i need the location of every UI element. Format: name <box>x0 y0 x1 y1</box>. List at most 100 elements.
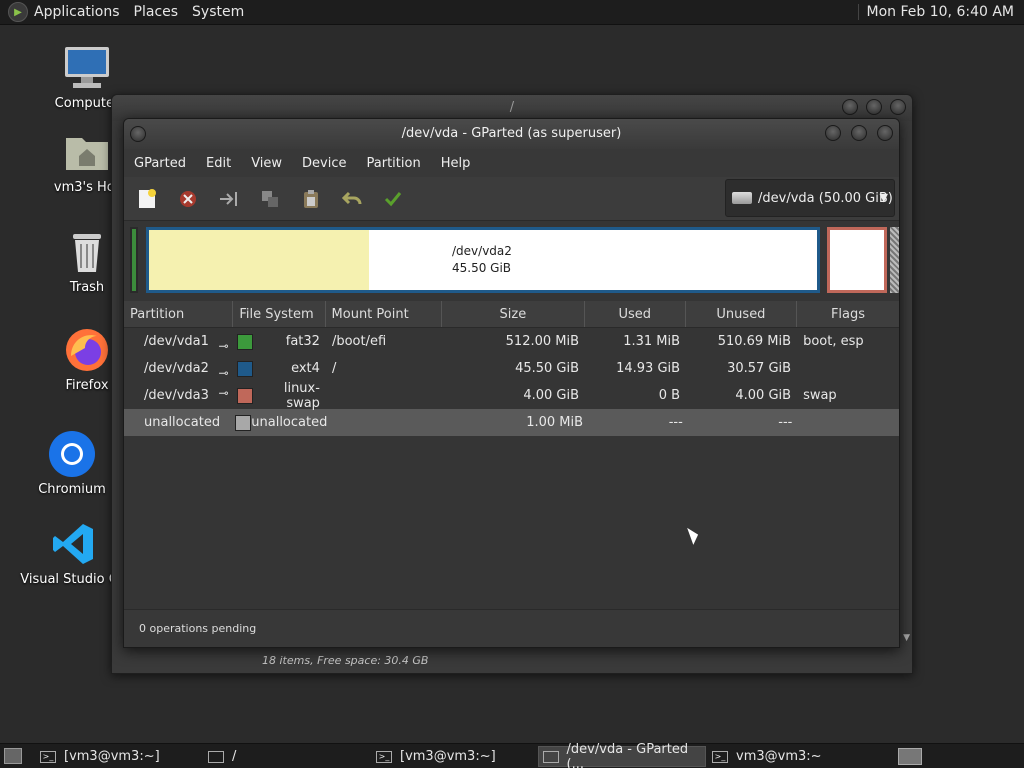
resize-move-icon <box>220 191 237 206</box>
table-row-selected[interactable]: unallocated unallocated 1.00 MiB --- --- <box>124 409 899 436</box>
menu-applications[interactable]: Applications <box>34 4 120 20</box>
window-menu-button[interactable] <box>130 126 146 142</box>
maximize-button[interactable] <box>866 99 882 115</box>
undo-button[interactable] <box>337 184 367 214</box>
cell-unused: 4.00 GiB <box>735 388 792 403</box>
column-header-used[interactable]: Used <box>585 301 686 327</box>
delete-button[interactable] <box>173 184 203 214</box>
harddisk-icon <box>732 192 752 204</box>
fs-color-swatch <box>235 414 252 431</box>
folder-icon <box>208 750 224 763</box>
taskbar-item-label: /dev/vda - GParted (... <box>566 741 689 768</box>
cell-size: 45.50 GiB <box>515 361 580 376</box>
copy-button[interactable] <box>255 184 285 214</box>
graph-unallocated[interactable] <box>890 227 899 293</box>
cell-used: --- <box>668 415 683 430</box>
cell-partition: unallocated <box>144 415 221 430</box>
copy-icon <box>262 190 278 207</box>
terminal-icon: >_ <box>712 750 728 763</box>
fs-label: ext4 <box>291 361 320 376</box>
graph-partition-vda1[interactable] <box>130 227 138 293</box>
status-bar: 0 operations pending <box>124 609 899 647</box>
cell-size: 1.00 MiB <box>526 415 584 430</box>
window-controls <box>842 99 906 115</box>
graph-partition-size: 45.50 GiB <box>452 261 512 275</box>
column-header-partition[interactable]: Partition <box>124 301 234 327</box>
fs-label: fat32 <box>285 334 320 349</box>
column-header-filesystem[interactable]: File System <box>233 301 326 327</box>
table-row[interactable]: /dev/vda2 ⊸ ext4 / 45.50 GiB 14.93 GiB 3… <box>124 355 899 382</box>
delete-icon <box>180 190 196 207</box>
paste-icon <box>304 189 318 208</box>
gparted-icon <box>543 750 559 763</box>
new-partition-icon <box>139 188 156 208</box>
fs-color-swatch <box>236 387 253 404</box>
graph-label: /dev/vda2 45.50 GiB <box>452 243 512 277</box>
minimize-button[interactable] <box>842 99 858 115</box>
window-titlebar[interactable]: /dev/vda - GParted (as superuser) <box>124 119 899 149</box>
terminal-icon: >_ <box>376 750 392 763</box>
table-empty-area[interactable] <box>124 437 899 611</box>
column-header-flags[interactable]: Flags <box>797 301 899 327</box>
menu-gparted[interactable]: GParted <box>128 156 192 171</box>
clock[interactable]: Mon Feb 10, 6:40 AM <box>857 4 1014 20</box>
menu-system[interactable]: System <box>192 4 244 20</box>
window-controls <box>825 125 893 141</box>
taskbar-item-gparted[interactable]: /dev/vda - GParted (... <box>538 742 706 768</box>
table-row[interactable]: /dev/vda3 ⊸ linux-swap 4.00 GiB 0 B 4.00… <box>124 381 899 411</box>
taskbar-item-terminal-2[interactable]: >_ [vm3@vm3:~] <box>372 746 532 767</box>
column-header-size[interactable]: Size <box>442 301 585 327</box>
key-icon: ⊸ <box>218 385 229 400</box>
graph-partition-vda2[interactable]: /dev/vda2 45.50 GiB <box>146 227 820 293</box>
cell-unused: 30.57 GiB <box>727 361 792 376</box>
taskbar-item-files[interactable]: / <box>204 746 364 767</box>
scroll-down-icon[interactable]: ▼ <box>903 633 910 643</box>
device-selector[interactable]: /dev/vda (50.00 GiB) ▼ <box>725 179 895 217</box>
close-button[interactable] <box>877 125 893 141</box>
window-title: /dev/vda - GParted (as superuser) <box>401 126 622 141</box>
menu-edit[interactable]: Edit <box>200 156 237 171</box>
menu-view[interactable]: View <box>245 156 288 171</box>
menu-device[interactable]: Device <box>296 156 352 171</box>
cell-size: 512.00 MiB <box>505 334 580 349</box>
cell-used: 1.31 MiB <box>623 334 681 349</box>
apply-button[interactable] <box>378 184 408 214</box>
apply-icon <box>384 191 402 206</box>
chromium-icon <box>48 430 96 478</box>
fs-label: unallocated <box>251 415 328 430</box>
cell-used: 0 B <box>658 388 681 403</box>
table-row[interactable]: /dev/vda1 ⊸ fat32 /boot/efi 512.00 MiB 1… <box>124 328 899 355</box>
status-bar: 18 items, Free space: 30.4 GB <box>262 654 429 667</box>
mate-menu-icon[interactable]: ▶ <box>8 2 28 22</box>
partition-table: Partition File System Mount Point Size U… <box>124 301 899 436</box>
gparted-window[interactable]: /dev/vda - GParted (as superuser) GParte… <box>123 118 900 648</box>
cell-filesystem: ⊸ ext4 <box>219 360 326 380</box>
taskbar-item-terminal-3[interactable]: >_ vm3@vm3:~ <box>708 746 878 767</box>
cell-unused: --- <box>778 415 793 430</box>
cell-size: 4.00 GiB <box>523 388 580 403</box>
column-header-unused[interactable]: Unused <box>686 301 797 327</box>
menu-help[interactable]: Help <box>435 156 477 171</box>
maximize-button[interactable] <box>851 125 867 141</box>
graph-partition-vda3[interactable] <box>827 227 887 293</box>
menu-places[interactable]: Places <box>134 4 179 20</box>
undo-icon <box>341 191 362 204</box>
paste-button[interactable] <box>296 184 326 214</box>
workspace-switcher[interactable] <box>898 748 922 765</box>
key-icon: ⊸ <box>218 338 229 353</box>
menu-partition[interactable]: Partition <box>361 156 427 171</box>
trash-icon <box>63 228 111 276</box>
device-selector-label: /dev/vda (50.00 GiB) <box>758 190 893 206</box>
top-panel: ▶ Applications Places System Mon Feb 10,… <box>0 0 1024 25</box>
fs-color-swatch <box>236 333 253 350</box>
cell-filesystem: ⊸ linux-swap <box>219 381 326 411</box>
column-header-mountpoint[interactable]: Mount Point <box>326 301 443 327</box>
new-partition-button[interactable] <box>132 184 162 214</box>
close-button[interactable] <box>890 99 906 115</box>
resize-move-button[interactable] <box>214 184 244 214</box>
taskbar-item-label: [vm3@vm3:~] <box>400 749 496 764</box>
minimize-button[interactable] <box>825 125 841 141</box>
graph-used-space <box>149 230 369 290</box>
show-desktop-button[interactable] <box>4 748 22 764</box>
taskbar-item-terminal-1[interactable]: >_ [vm3@vm3:~] <box>36 746 176 767</box>
